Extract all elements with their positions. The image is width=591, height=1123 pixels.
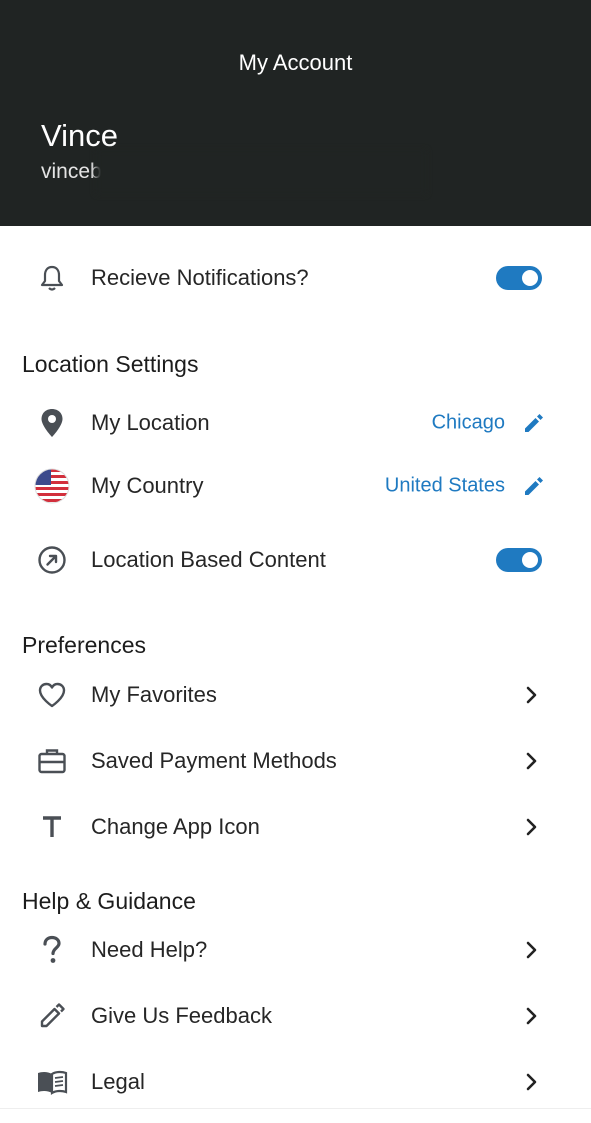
my-location-value[interactable]: Chicago xyxy=(432,412,505,435)
menu-item-label: Saved Payment Methods xyxy=(91,748,337,773)
menu-item-label: My Favorites xyxy=(91,682,217,707)
account-header: My Account Vince vinceb xyxy=(0,0,591,226)
redaction-blur xyxy=(96,150,426,194)
menu-item-label: Legal xyxy=(91,1069,145,1094)
chevron-right-icon xyxy=(523,686,539,704)
menu-item-favorites[interactable]: My Favorites xyxy=(0,667,591,723)
book-icon xyxy=(30,1060,74,1104)
menu-item-label: Need Help? xyxy=(91,937,208,962)
section-location-settings: Location Settings xyxy=(22,351,199,377)
location-content-label: Location Based Content xyxy=(91,547,326,572)
menu-item-label: Change App Icon xyxy=(91,814,260,839)
menu-item-feedback[interactable]: Give Us Feedback xyxy=(0,988,591,1044)
edit-location-icon[interactable] xyxy=(522,411,546,435)
briefcase-icon xyxy=(30,739,74,783)
my-location-row[interactable]: My Location Chicago xyxy=(0,395,591,451)
user-email: vinceb xyxy=(41,160,102,183)
bottom-divider xyxy=(0,1108,591,1109)
my-country-row[interactable]: My Country United States xyxy=(0,458,591,514)
chevron-right-icon xyxy=(523,818,539,836)
location-content-row[interactable]: Location Based Content xyxy=(0,532,591,588)
chevron-right-icon xyxy=(523,1073,539,1091)
chevron-right-icon xyxy=(523,1007,539,1025)
question-icon xyxy=(30,928,74,972)
pencil-icon xyxy=(30,994,74,1038)
menu-item-change-app-icon[interactable]: Change App Icon xyxy=(0,799,591,855)
menu-item-label: Give Us Feedback xyxy=(91,1003,272,1028)
my-location-label: My Location xyxy=(91,410,210,435)
toggle-knob xyxy=(522,270,538,286)
notifications-label: Recieve Notifications? xyxy=(91,265,309,290)
location-content-toggle[interactable] xyxy=(496,548,542,572)
edit-country-icon[interactable] xyxy=(522,474,546,498)
menu-item-need-help[interactable]: Need Help? xyxy=(0,922,591,978)
my-country-label: My Country xyxy=(91,473,204,498)
toggle-knob xyxy=(522,552,538,568)
text-t-icon xyxy=(30,805,74,849)
chevron-right-icon xyxy=(523,941,539,959)
notifications-toggle[interactable] xyxy=(496,266,542,290)
my-country-value[interactable]: United States xyxy=(385,475,505,498)
page-title: My Account xyxy=(238,50,353,75)
heart-icon xyxy=(30,673,74,717)
section-preferences: Preferences xyxy=(22,632,147,658)
menu-item-payment-methods[interactable]: Saved Payment Methods xyxy=(0,733,591,789)
bell-icon xyxy=(30,256,74,300)
user-name: Vince xyxy=(41,118,118,153)
chevron-right-icon xyxy=(523,752,539,770)
menu-item-legal[interactable]: Legal xyxy=(0,1054,591,1110)
section-help-guidance: Help & Guidance xyxy=(22,888,196,914)
location-pin-icon xyxy=(30,401,74,445)
us-flag-icon xyxy=(30,464,74,508)
compass-arrow-icon xyxy=(30,538,74,582)
notifications-row[interactable]: Recieve Notifications? xyxy=(0,250,591,306)
